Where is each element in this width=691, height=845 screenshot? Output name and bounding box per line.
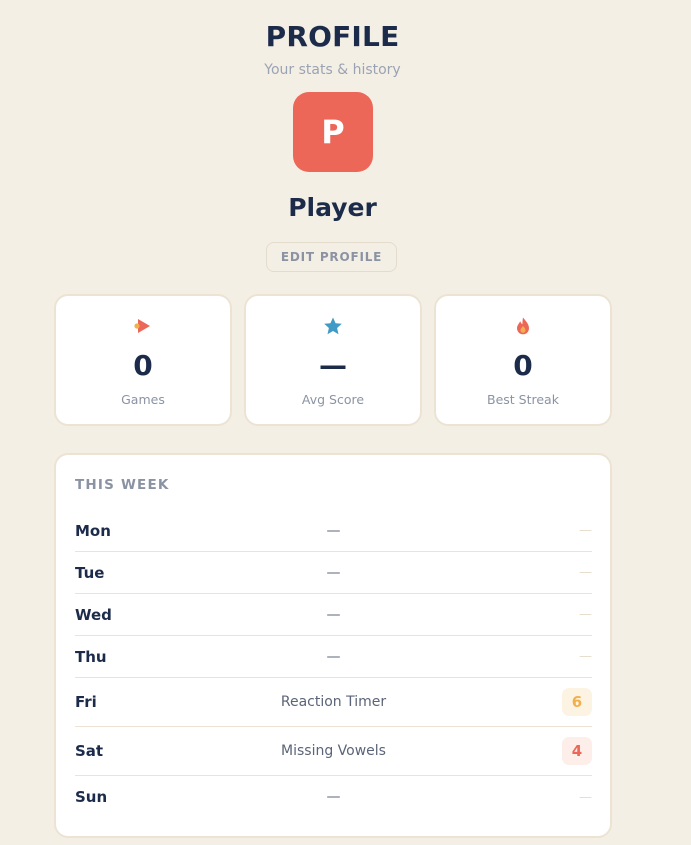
avatar-letter: P: [321, 113, 345, 151]
avatar[interactable]: P: [293, 92, 373, 172]
day-row-fri: Fri Reaction Timer 6: [75, 678, 592, 727]
stat-label-avg-score: Avg Score: [301, 392, 365, 407]
day-game: Reaction Timer: [280, 694, 387, 710]
edit-profile-button[interactable]: EDIT PROFILE: [266, 242, 397, 272]
day-row-tue: Tue — —: [75, 552, 592, 594]
page-title: PROFILE: [265, 20, 400, 53]
page-subtitle: Your stats & history: [264, 62, 401, 78]
day-row-wed: Wed — —: [75, 594, 592, 636]
day-row-thu: Thu — —: [75, 636, 592, 678]
day-game: —: [326, 789, 341, 805]
day-game: —: [326, 522, 341, 539]
score-badge: 6: [562, 688, 592, 716]
day-game: —: [326, 564, 341, 581]
day-score: —: [579, 565, 592, 580]
stat-label-best-streak: Best Streak: [487, 392, 559, 407]
star-icon: [246, 316, 420, 336]
day-row-mon: Mon — —: [75, 510, 592, 552]
day-game: Missing Vowels: [281, 743, 386, 759]
score-badge: 4: [562, 737, 592, 765]
day-score: —: [579, 523, 592, 538]
this-week-title: THIS WEEK: [75, 477, 170, 493]
day-score: —: [579, 649, 592, 664]
day-row-sat: Sat Missing Vowels 4: [75, 727, 592, 776]
stat-card-games: 0 Games: [54, 294, 232, 426]
stat-card-avg-score: — Avg Score: [244, 294, 422, 426]
stat-label-games: Games: [121, 392, 165, 407]
play-icon: [56, 316, 230, 336]
day-score: —: [579, 607, 592, 622]
day-game: —: [326, 648, 341, 665]
stat-card-best-streak: 0 Best Streak: [434, 294, 612, 426]
stat-value-best-streak: 0: [513, 349, 533, 382]
this-week-card: THIS WEEK Mon — — Tue — — Wed — — Thu — …: [54, 453, 612, 838]
stat-value-avg-score: —: [319, 349, 347, 382]
flame-icon: [436, 316, 610, 336]
player-name: Player: [288, 193, 377, 222]
day-row-sun: Sun — —: [75, 776, 592, 818]
stat-value-games: 0: [133, 349, 153, 382]
day-score: —: [579, 789, 592, 805]
day-game: —: [326, 606, 341, 623]
